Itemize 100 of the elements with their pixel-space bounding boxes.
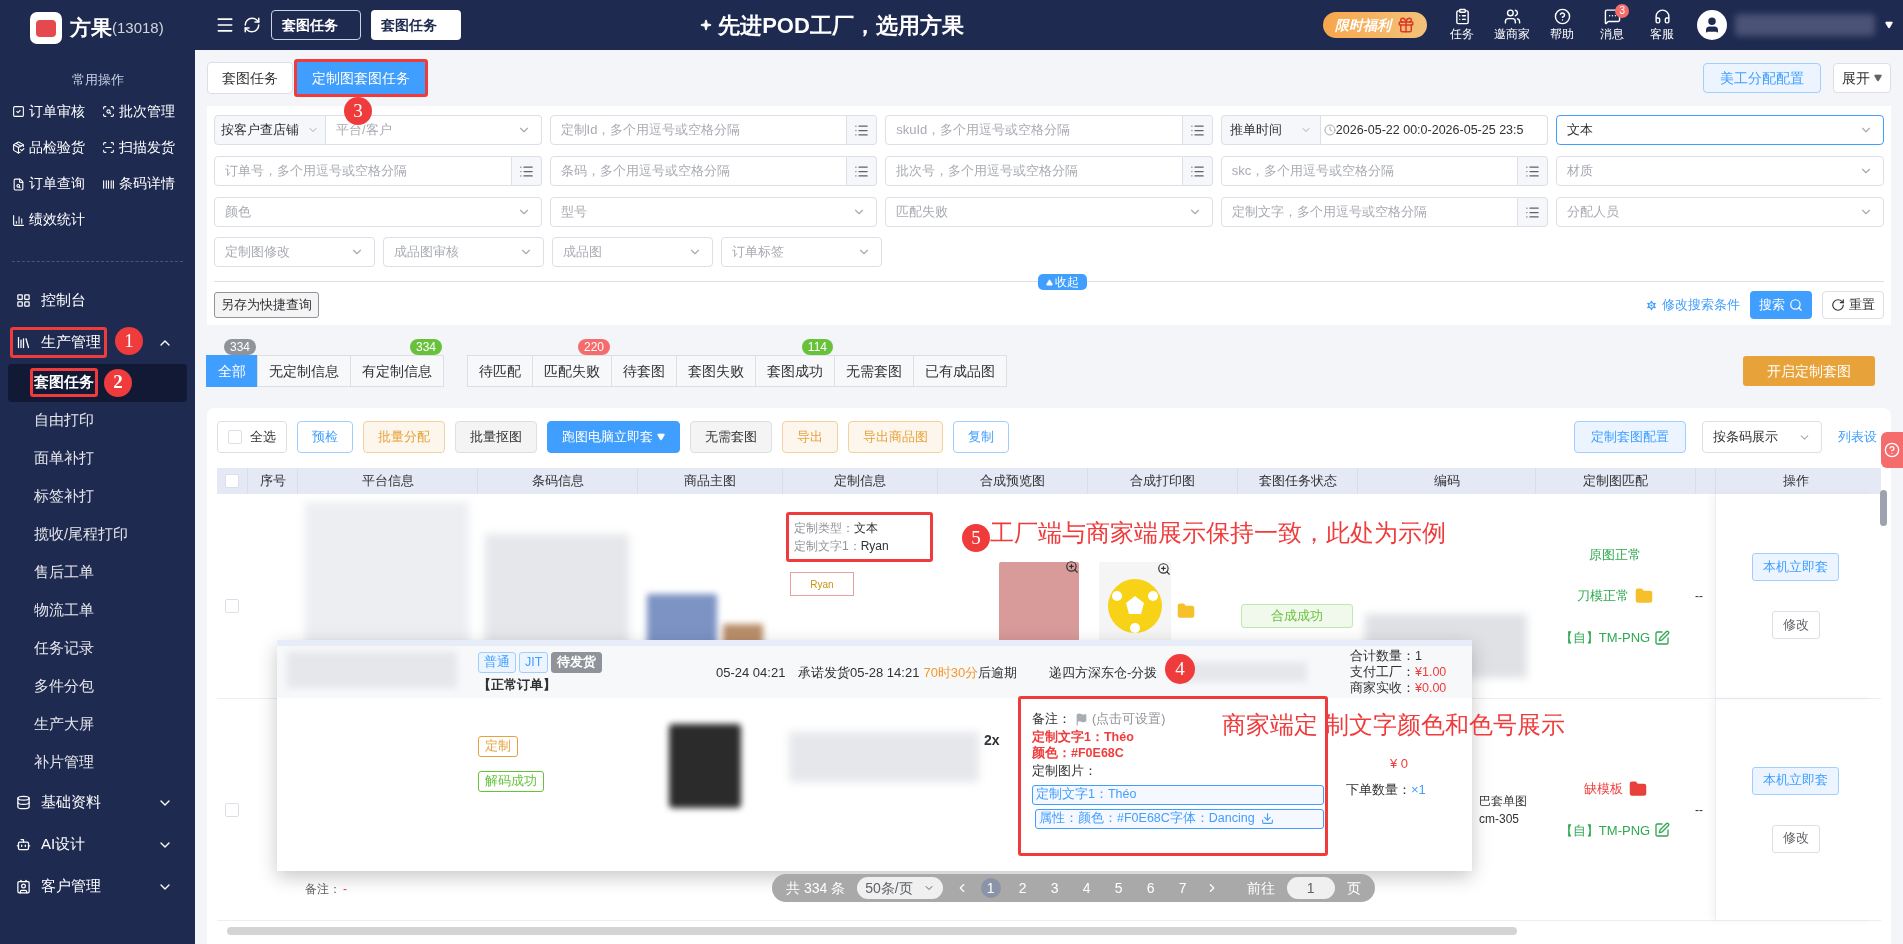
- nav-item[interactable]: AI设计: [0, 823, 195, 866]
- flag-icon[interactable]: [1075, 712, 1088, 726]
- status-tab[interactable]: 匹配失败: [532, 355, 612, 387]
- help-tab[interactable]: [1881, 432, 1903, 468]
- top-action[interactable]: 客服: [1643, 7, 1681, 43]
- template-name: 【自】TM-PNG: [1559, 628, 1651, 647]
- top-tab[interactable]: 套图任务: [371, 10, 461, 40]
- nav-subitem[interactable]: 揽收/尾程打印: [8, 515, 187, 554]
- select-placeholder: 定制图修改: [225, 243, 290, 262]
- select-field[interactable]: 文本: [1556, 115, 1884, 145]
- nav-item[interactable]: 客户管理: [0, 865, 195, 908]
- list-button[interactable]: [847, 115, 878, 145]
- select-placeholder: 成品图: [563, 243, 602, 262]
- top-action[interactable]: 帮助: [1543, 7, 1581, 43]
- date-range-field[interactable]: 2026-05-22 00:0-2026-05-25 23:5: [1320, 115, 1549, 145]
- countdown: 70时30分: [923, 664, 979, 682]
- nav-subitem[interactable]: 售后工单: [8, 553, 187, 592]
- status-tab[interactable]: 无需套图: [834, 355, 914, 387]
- top-action[interactable]: 邀商家: [1493, 7, 1531, 43]
- download-icon[interactable]: [1260, 812, 1274, 825]
- quick-op-link[interactable]: 订单审核: [12, 101, 102, 122]
- prefix-select[interactable]: 推单时间: [1220, 115, 1321, 145]
- headset-icon: [1653, 7, 1671, 25]
- highlight-frame: [30, 367, 98, 398]
- checkbox[interactable]: [225, 599, 239, 613]
- status-tab[interactable]: 套图失败: [676, 355, 756, 387]
- text-field[interactable]: 订单号，多个用逗号或空格分隔: [214, 156, 512, 186]
- list-button[interactable]: [1518, 156, 1549, 186]
- zoom-icon[interactable]: [1065, 560, 1079, 574]
- custom-text: 颜色：#F0E68C: [1032, 745, 1125, 761]
- list-button[interactable]: [1182, 115, 1213, 145]
- status-tab[interactable]: 待套图: [611, 355, 677, 387]
- quick-op-link[interactable]: 批次管理: [101, 101, 191, 122]
- code-text: 巴套单图: [1479, 792, 1528, 810]
- nav-subitem[interactable]: 套图任务 2: [8, 363, 187, 402]
- edit-icon[interactable]: [1654, 822, 1671, 839]
- match-status: 缺模板: [1583, 780, 1623, 798]
- nav-subitem[interactable]: 补片管理: [8, 743, 187, 782]
- order-date: 05-24 04:21: [716, 664, 787, 682]
- text-field[interactable]: 批次号，多个用逗号或空格分隔: [885, 156, 1183, 186]
- quick-op-link[interactable]: 品检验货: [12, 137, 102, 158]
- nav-subitem[interactable]: 生产大屏: [8, 705, 187, 744]
- order-tag: 待发货: [551, 652, 603, 673]
- status-tab[interactable]: 无定制信息: [257, 355, 351, 387]
- scan-search-icon: [101, 105, 115, 119]
- nav-item[interactable]: 控制台: [0, 279, 195, 322]
- edit-button[interactable]: 修改: [1771, 824, 1820, 853]
- status-tab[interactable]: 有定制信息: [350, 355, 444, 387]
- page-input[interactable]: 1: [1286, 877, 1335, 899]
- reset-button[interactable]: 重置: [1822, 291, 1884, 319]
- save-query-button[interactable]: 另存为快捷查询: [214, 292, 319, 318]
- page-tab[interactable]: 套图任务: [207, 62, 293, 94]
- checkbox[interactable]: [225, 474, 239, 488]
- stat-value: ¥0.00: [1415, 680, 1447, 696]
- column-header: 编码: [1433, 472, 1460, 491]
- quick-op-link[interactable]: 订单查询: [12, 174, 102, 195]
- slogan: 先进POD工厂，选用方果: [718, 11, 964, 40]
- nav-subitem[interactable]: 标签补打: [8, 477, 187, 516]
- list-button[interactable]: [847, 156, 878, 186]
- status-tab[interactable]: 已有成品图: [913, 355, 1007, 387]
- nav-subitem[interactable]: 面单补打: [8, 439, 187, 478]
- display-select[interactable]: 按条码展示: [1702, 421, 1822, 453]
- checkbox[interactable]: [225, 802, 239, 817]
- zoom-icon[interactable]: [1157, 562, 1171, 576]
- text-field[interactable]: skuId，多个用逗号或空格分隔: [885, 115, 1183, 145]
- nav-subitem[interactable]: 自由打印: [8, 401, 187, 440]
- nav-subitem[interactable]: 物流工单: [8, 591, 187, 630]
- quick-op-link[interactable]: 扫描发货: [101, 137, 191, 158]
- nav-subitem[interactable]: 任务记录: [8, 629, 187, 668]
- list-button[interactable]: [1518, 197, 1549, 227]
- edit-button[interactable]: 修改: [1771, 611, 1820, 639]
- text-field[interactable]: 定制文字，多个用逗号或空格分隔: [1220, 197, 1519, 227]
- top-tab[interactable]: 套图任务: [271, 10, 361, 40]
- refresh-icon[interactable]: [243, 16, 261, 34]
- nav-item[interactable]: 生产管理 1: [0, 321, 195, 364]
- toolbar-button[interactable]: 无需套图: [690, 421, 772, 453]
- toolbar-button[interactable]: 批量抠图: [455, 421, 537, 453]
- text-field[interactable]: 条码，多个用逗号或空格分隔: [549, 156, 848, 186]
- list-button[interactable]: [511, 156, 542, 186]
- nav-item[interactable]: 基础资料: [0, 781, 195, 824]
- status-tab[interactable]: 套图成功: [755, 355, 835, 387]
- page-size-select[interactable]: 50条/页: [857, 877, 943, 899]
- folder-icon[interactable]: [1628, 779, 1647, 798]
- quick-op-link[interactable]: 绩效统计: [12, 210, 102, 231]
- text-field[interactable]: 定制Id，多个用逗号或空格分隔: [549, 115, 848, 145]
- expand-button[interactable]: 展开: [1833, 63, 1891, 93]
- nav-subitem[interactable]: 多件分包: [8, 667, 187, 706]
- top-action[interactable]: 任务: [1443, 7, 1481, 43]
- select-all-control[interactable]: 全选: [217, 421, 287, 453]
- avatar-icon[interactable]: [1703, 16, 1721, 34]
- menu-icon[interactable]: [215, 15, 235, 35]
- text-field[interactable]: skc，多个用逗号或空格分隔: [1220, 156, 1519, 186]
- checkbox[interactable]: [228, 430, 242, 444]
- status-tab[interactable]: 待匹配: [467, 355, 533, 387]
- quick-op-link[interactable]: 条码详情: [101, 174, 191, 195]
- prefix-select[interactable]: 按客户查店铺: [214, 115, 326, 145]
- select-placeholder: 材质: [1567, 162, 1594, 181]
- edit-icon[interactable]: [1654, 629, 1671, 646]
- promo-text: 限时福利: [1335, 15, 1391, 35]
- list-button[interactable]: [1182, 156, 1213, 186]
